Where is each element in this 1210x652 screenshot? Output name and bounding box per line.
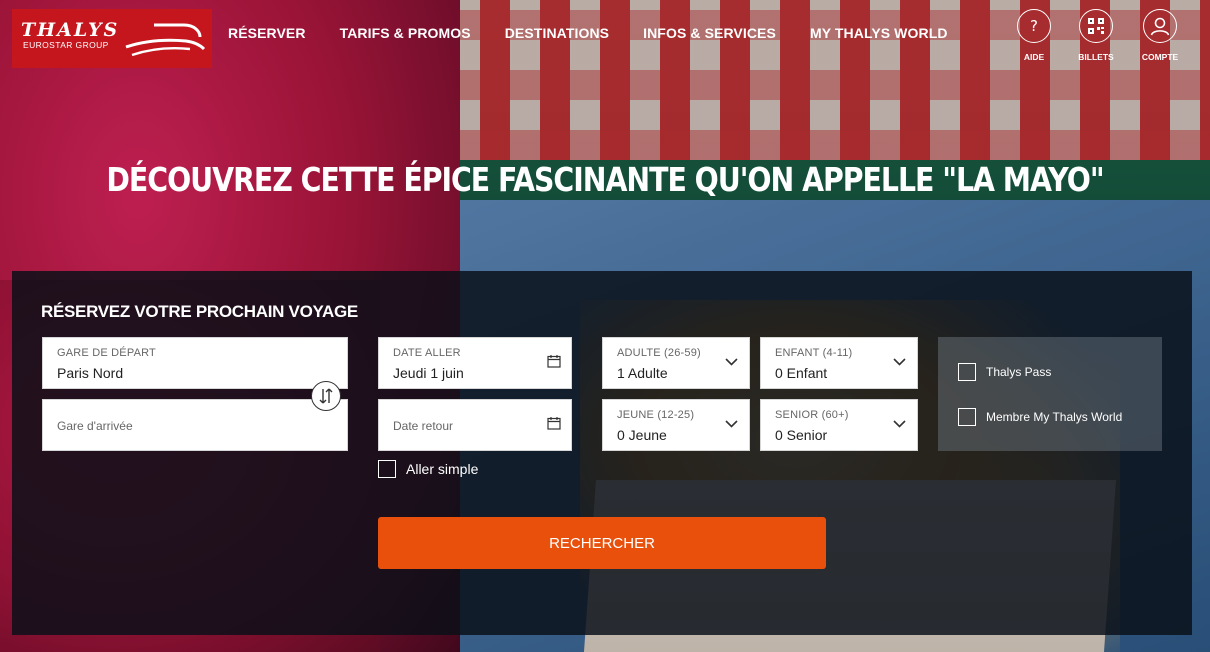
user-icon xyxy=(1150,17,1170,36)
nav-tarifs-promos[interactable]: TARIFS & PROMOS xyxy=(340,25,471,41)
svg-text:?: ? xyxy=(1030,17,1038,35)
one-way-box[interactable] xyxy=(378,460,396,478)
departure-label: GARE DE DÉPART xyxy=(57,347,156,359)
youth-select[interactable]: JEUNE (12-25) 0 Jeune xyxy=(602,399,750,451)
qr-code-icon xyxy=(1088,18,1104,34)
card-options-panel xyxy=(938,337,1162,451)
departure-value: Paris Nord xyxy=(57,365,124,381)
thalys-logo[interactable]: THALYS EUROSTAR GROUP xyxy=(12,9,212,68)
main-nav: RÉSERVER TARIFS & PROMOS DESTINATIONS IN… xyxy=(228,25,948,41)
hero-headline: DÉCOUVREZ CETTE ÉPICE FASCINANTE QU'ON A… xyxy=(106,160,1104,199)
logo-subtitle: EUROSTAR GROUP xyxy=(23,40,109,50)
senior-select[interactable]: SENIOR (60+) 0 Senior xyxy=(760,399,918,451)
nav-reserver[interactable]: RÉSERVER xyxy=(228,25,306,41)
departure-station-field[interactable]: GARE DE DÉPART Paris Nord xyxy=(42,337,348,389)
chevron-down-icon xyxy=(725,420,738,428)
adult-label: ADULTE (26-59) xyxy=(617,347,701,359)
search-button[interactable]: RECHERCHER xyxy=(378,517,826,569)
booking-title: RÉSERVEZ VOTRE PROCHAIN VOYAGE xyxy=(41,302,358,321)
account-button[interactable]: COMPTE xyxy=(1130,9,1190,62)
youth-value: 0 Jeune xyxy=(617,427,667,443)
help-icon: ? xyxy=(1030,17,1038,35)
calendar-icon xyxy=(547,355,561,368)
thalys-pass-label: Thalys Pass xyxy=(986,365,1052,379)
one-way-checkbox[interactable]: Aller simple xyxy=(378,460,478,478)
swap-stations-button[interactable] xyxy=(311,381,341,411)
chevron-down-icon xyxy=(893,358,906,366)
chevron-down-icon xyxy=(893,420,906,428)
child-select[interactable]: ENFANT (4-11) 0 Enfant xyxy=(760,337,918,389)
date-return-placeholder: Date retour xyxy=(393,419,454,433)
nav-infos-services[interactable]: INFOS & SERVICES xyxy=(643,25,776,41)
account-label: COMPTE xyxy=(1141,52,1179,62)
thalys-pass-box[interactable] xyxy=(958,363,976,381)
departure-date-field[interactable]: DATE ALLER Jeudi 1 juin xyxy=(378,337,572,389)
youth-label: JEUNE (12-25) xyxy=(617,409,695,421)
swap-arrows-icon xyxy=(319,388,333,404)
calendar-icon xyxy=(547,417,561,430)
adult-select[interactable]: ADULTE (26-59) 1 Adulte xyxy=(602,337,750,389)
nav-my-thalys-world[interactable]: MY THALYS WORLD xyxy=(810,25,948,41)
nav-destinations[interactable]: DESTINATIONS xyxy=(505,25,609,41)
chevron-down-icon xyxy=(725,358,738,366)
booking-panel xyxy=(12,271,1192,635)
return-date-field[interactable]: Date retour xyxy=(378,399,572,451)
arrival-station-field[interactable]: Gare d'arrivée xyxy=(42,399,348,451)
train-swoosh-icon xyxy=(125,23,206,57)
member-box[interactable] xyxy=(958,408,976,426)
senior-label: SENIOR (60+) xyxy=(775,409,849,421)
help-label: AIDE xyxy=(1023,52,1045,62)
help-button[interactable]: ? AIDE xyxy=(1004,9,1064,62)
date-out-value: Jeudi 1 juin xyxy=(393,365,464,381)
child-value: 0 Enfant xyxy=(775,365,828,381)
adult-value: 1 Adulte xyxy=(617,365,668,381)
one-way-label: Aller simple xyxy=(406,461,479,477)
logo-wordmark: THALYS xyxy=(21,19,120,41)
member-checkbox[interactable]: Membre My Thalys World xyxy=(958,408,1122,426)
date-out-label: DATE ALLER xyxy=(393,347,461,359)
child-label: ENFANT (4-11) xyxy=(775,347,853,359)
thalys-pass-checkbox[interactable]: Thalys Pass xyxy=(958,363,1051,381)
tickets-button[interactable]: BILLETS xyxy=(1066,9,1126,62)
senior-value: 0 Senior xyxy=(775,427,828,443)
member-label: Membre My Thalys World xyxy=(986,410,1123,424)
tickets-label: BILLETS xyxy=(1078,52,1114,62)
arrival-placeholder: Gare d'arrivée xyxy=(57,419,133,433)
